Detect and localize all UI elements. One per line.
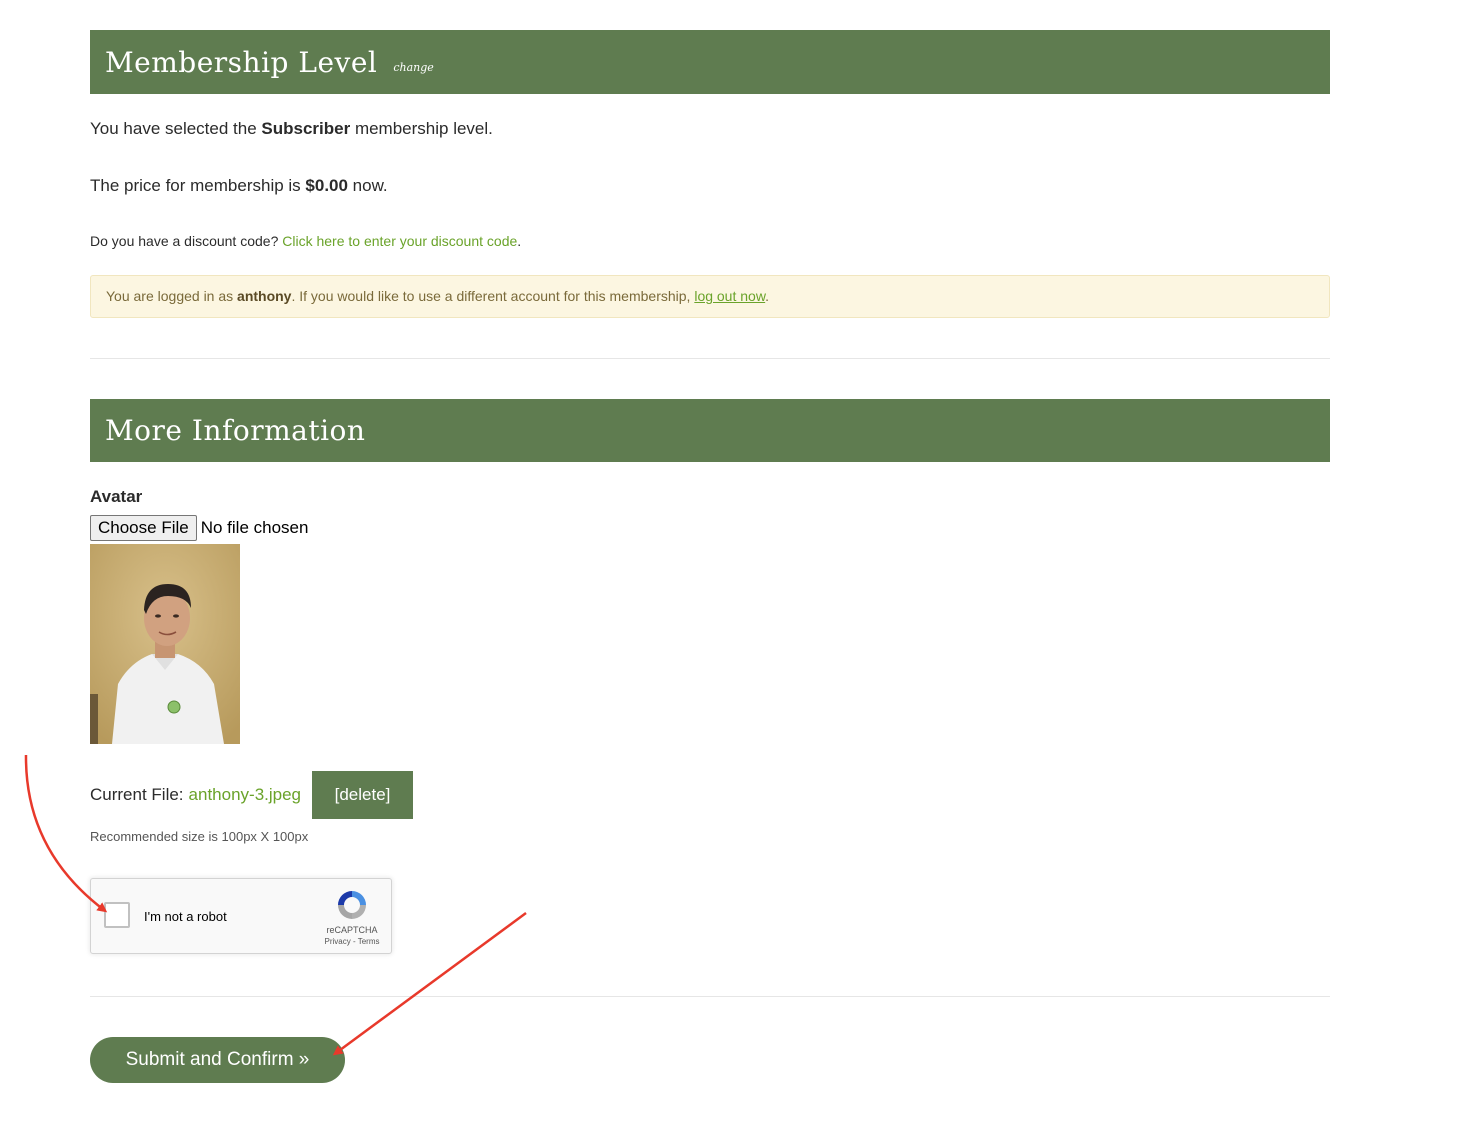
current-file-row: Current File: anthony-3.jpeg [delete] bbox=[90, 771, 414, 819]
current-file-link[interactable]: anthony-3.jpeg bbox=[189, 785, 301, 805]
recaptcha-logo-icon bbox=[338, 891, 366, 919]
discount-code-link[interactable]: Click here to enter your discount code bbox=[282, 233, 517, 249]
price-value: $0.00 bbox=[305, 176, 348, 195]
avatar-preview-image bbox=[90, 544, 240, 744]
change-level-link[interactable]: change bbox=[393, 61, 433, 74]
price-prefix: The price for membership is bbox=[90, 176, 306, 195]
no-file-chosen-text: No file chosen bbox=[200, 518, 309, 537]
discount-question: Do you have a discount code? bbox=[90, 233, 283, 249]
avatar-photo-icon bbox=[90, 544, 240, 744]
recommended-size-hint: Recommended size is 100px X 100px bbox=[90, 829, 309, 844]
recaptcha-terms-link[interactable]: Privacy - Terms bbox=[314, 937, 390, 946]
divider bbox=[90, 996, 1330, 997]
avatar-file-input: Choose File No file chosen bbox=[90, 515, 308, 541]
price-text: The price for membership is $0.00 now. bbox=[90, 176, 388, 196]
notice-username: anthony bbox=[237, 288, 292, 304]
selected-suffix: membership level. bbox=[350, 119, 493, 138]
recaptcha-label: I'm not a robot bbox=[144, 909, 227, 924]
price-suffix: now. bbox=[347, 176, 388, 195]
selected-prefix: You have selected the bbox=[90, 119, 262, 138]
membership-level-header: Membership Level change bbox=[90, 30, 1330, 94]
notice-prefix: You are logged in as bbox=[106, 288, 238, 304]
membership-level-title: Membership Level bbox=[105, 45, 378, 79]
logged-in-notice: You are logged in as anthony. If you wou… bbox=[90, 275, 1330, 318]
logout-link[interactable]: log out now bbox=[694, 288, 765, 304]
recaptcha-widget: I'm not a robot reCAPTCHA Privacy - Term… bbox=[90, 878, 392, 954]
discount-end: . bbox=[517, 233, 522, 249]
recaptcha-checkbox[interactable] bbox=[104, 902, 130, 928]
divider bbox=[90, 358, 1330, 359]
current-file-label: Current File: bbox=[90, 785, 184, 804]
recaptcha-brand: reCAPTCHA bbox=[326, 925, 378, 935]
selected-level-text: You have selected the Subscriber members… bbox=[90, 119, 493, 139]
more-information-header: More Information bbox=[90, 399, 1330, 462]
delete-file-button[interactable]: [delete] bbox=[312, 771, 414, 819]
avatar-label: Avatar bbox=[90, 487, 143, 506]
notice-end: . bbox=[765, 288, 770, 304]
choose-file-button[interactable]: Choose File bbox=[90, 515, 197, 541]
discount-code-text: Do you have a discount code? Click here … bbox=[90, 233, 521, 249]
level-name: Subscriber bbox=[261, 119, 351, 138]
submit-and-confirm-button[interactable]: Submit and Confirm » bbox=[90, 1037, 345, 1083]
more-information-title: More Information bbox=[105, 414, 366, 447]
notice-middle: . If you would like to use a different a… bbox=[291, 288, 695, 304]
